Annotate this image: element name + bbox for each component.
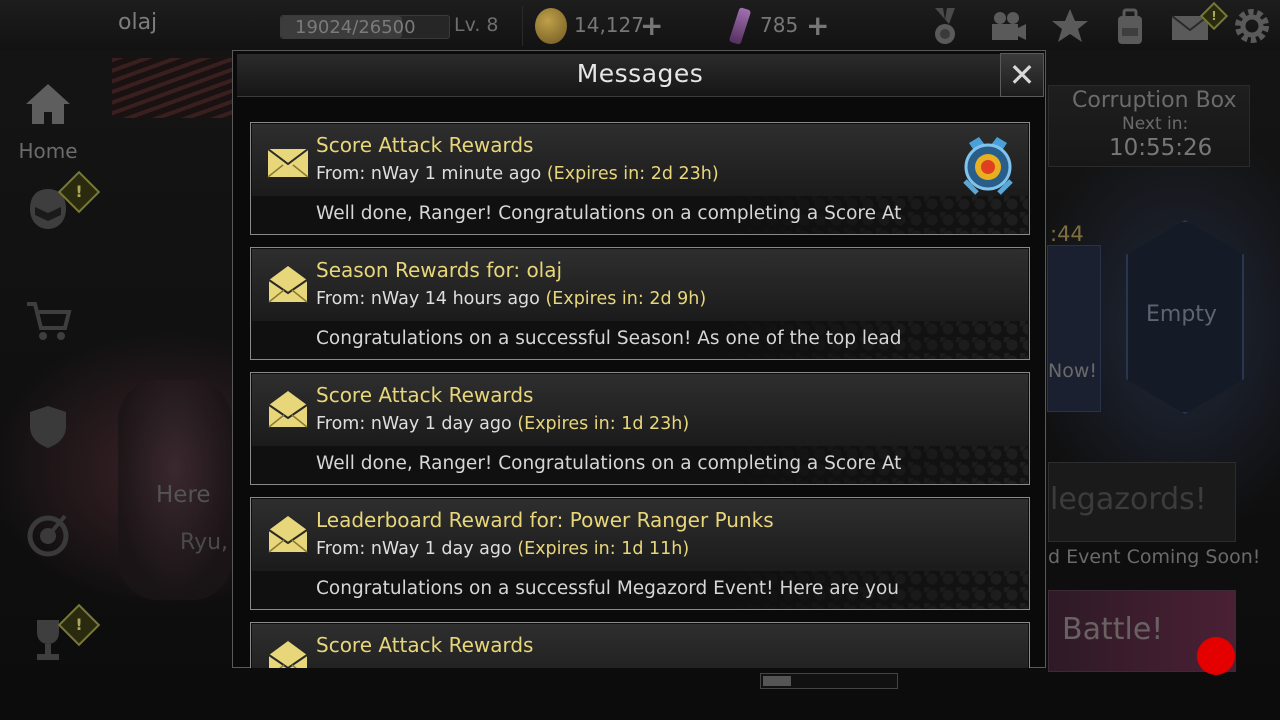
sidebar-item-missions[interactable]: [14, 510, 82, 569]
message-preview: Congratulations on a successful Season! …: [316, 328, 902, 349]
shield-icon: [14, 402, 82, 461]
message-list[interactable]: Score Attack Rewards From: nWay 1 minute …: [250, 122, 1030, 668]
message-expires: (Expires in: 2d 9h): [545, 289, 707, 309]
backpack-icon[interactable]: [1110, 6, 1150, 46]
message-row[interactable]: Score Attack Rewards From: nWay 1 day ago…: [250, 372, 1030, 485]
message-from: From: nWay 1 day ago: [316, 414, 512, 434]
envelope-open-icon: [267, 264, 309, 303]
crystal-count: 785: [760, 13, 799, 37]
medal-icon[interactable]: [925, 6, 965, 46]
modal-title: Messages: [576, 59, 704, 88]
empty-slot-label: Empty: [1146, 302, 1217, 327]
message-row[interactable]: Score Attack Rewards: [250, 622, 1030, 668]
message-preview: Congratulations on a successful Megazord…: [316, 578, 900, 599]
crystal-icon: [728, 7, 752, 45]
message-from: From: nWay 1 day ago: [316, 539, 512, 559]
sidebar-item-home[interactable]: Home: [14, 80, 82, 163]
corruption-box-title: Corruption Box: [1072, 88, 1237, 113]
now-label: Now!: [1048, 360, 1097, 382]
sidebar-item-alliance[interactable]: [14, 402, 82, 461]
divider: [522, 6, 523, 46]
message-expires: (Expires in: 2d 23h): [546, 164, 719, 184]
envelope-open-icon: [267, 389, 309, 428]
sidebar-item-store[interactable]: [14, 296, 82, 355]
message-from: From: nWay 14 hours ago: [316, 289, 540, 309]
next-in-label: Next in:: [1122, 114, 1189, 134]
message-expires: (Expires in: 1d 11h): [517, 539, 690, 559]
coin-count: 14,127: [574, 13, 644, 37]
background-text-here: Here: [156, 482, 211, 508]
message-subject: Score Attack Rewards: [316, 633, 534, 657]
message-subject: Season Rewards for: olaj: [316, 258, 563, 282]
home-icon: [14, 80, 82, 139]
target-icon: [14, 510, 82, 569]
level-label: Lv. 8: [454, 14, 499, 36]
cart-icon: [14, 296, 82, 355]
message-expires: (Expires in: 1d 23h): [517, 414, 690, 434]
reward-badge-icon: [955, 135, 1021, 197]
envelope-open-icon: [267, 639, 309, 668]
xp-bar: 19024/26500: [280, 15, 450, 39]
xp-value: 19024/26500: [295, 17, 416, 38]
megazords-label: legazords!: [1050, 482, 1207, 517]
corruption-box-timer: 10:55:26: [1109, 135, 1213, 161]
envelope-closed-icon: [267, 145, 309, 179]
event-coming-soon-label: d Event Coming Soon!: [1048, 546, 1261, 568]
message-preview: Well done, Ranger! Congratulations on a …: [316, 453, 902, 474]
event-timer: :44: [1050, 222, 1084, 246]
add-coins-button[interactable]: +: [640, 12, 663, 40]
message-subject: Score Attack Rewards: [316, 133, 534, 157]
sidebar-item-label: Home: [18, 139, 78, 163]
star-icon[interactable]: [1050, 6, 1090, 46]
message-row[interactable]: Score Attack Rewards From: nWay 1 minute …: [250, 122, 1030, 235]
coin-icon: [535, 8, 567, 44]
add-crystals-button[interactable]: +: [806, 12, 829, 40]
messages-modal: Messages ✕ Score Attack Rewards From: nWa…: [232, 50, 1046, 668]
username: olaj: [118, 10, 158, 35]
battle-label: Battle!: [1062, 612, 1164, 647]
settings-gear-icon[interactable]: [1232, 6, 1272, 46]
background-text-ryu: Ryu,: [180, 530, 229, 555]
video-camera-icon[interactable]: [988, 6, 1028, 46]
message-from: From: nWay 1 minute ago: [316, 164, 542, 184]
message-sender-line: From: nWay 1 day ago (Expires in: 1d 11h…: [316, 539, 689, 559]
message-preview: Well done, Ranger! Congratulations on a …: [316, 203, 902, 224]
top-bar: olaj 19024/26500 Lv. 8 14,127 + 785 + !: [0, 0, 1280, 50]
envelope-open-icon: [267, 514, 309, 553]
message-sender-line: From: nWay 1 day ago (Expires in: 1d 23h…: [316, 414, 689, 434]
close-button[interactable]: ✕: [1000, 53, 1044, 97]
background-banner: [112, 58, 234, 118]
scrollbar-thumb[interactable]: [763, 676, 791, 686]
message-row[interactable]: Season Rewards for: olaj From: nWay 14 ho…: [250, 247, 1030, 360]
scrollbar[interactable]: [760, 673, 898, 689]
record-indicator: [1197, 637, 1235, 675]
message-sender-line: From: nWay 14 hours ago (Expires in: 2d …: [316, 289, 706, 309]
message-row[interactable]: Leaderboard Reward for: Power Ranger Pun…: [250, 497, 1030, 610]
message-sender-line: From: nWay 1 minute ago (Expires in: 2d …: [316, 164, 719, 184]
message-subject: Leaderboard Reward for: Power Ranger Pun…: [316, 508, 774, 532]
message-subject: Score Attack Rewards: [316, 383, 534, 407]
character-card[interactable]: [1047, 245, 1101, 412]
